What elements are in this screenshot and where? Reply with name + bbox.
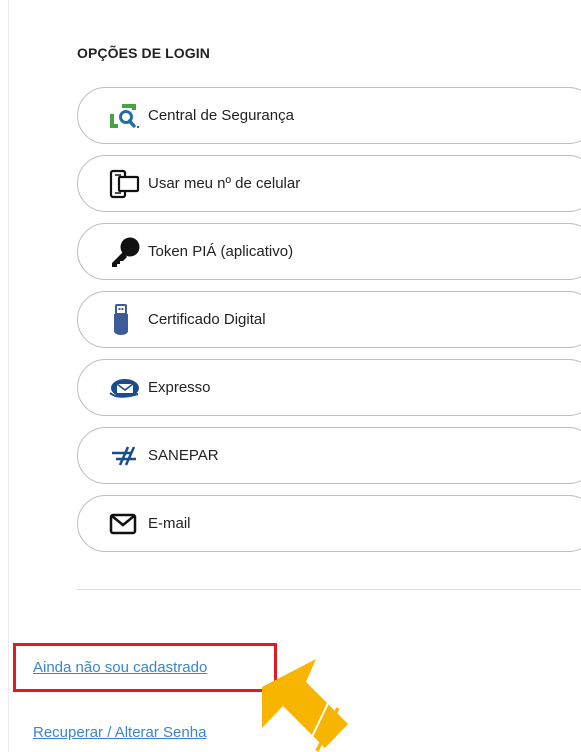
option-label: Usar meu nº de celular (148, 175, 301, 192)
envelope-icon (108, 508, 148, 540)
option-label: Expresso (148, 379, 211, 396)
expresso-mail-icon (108, 372, 148, 404)
option-label: E-mail (148, 515, 191, 532)
left-border-line (8, 0, 9, 752)
usb-token-icon (108, 303, 148, 336)
highlight-box (13, 643, 277, 692)
option-label: Token PIÁ (aplicativo) (148, 243, 294, 260)
option-email[interactable]: E-mail (77, 495, 581, 552)
option-expresso[interactable]: Expresso (77, 359, 581, 416)
login-options-title: OPÇÕES DE LOGIN (77, 45, 210, 61)
sanepar-logo-icon (108, 440, 148, 472)
option-label: Central de Segurança (148, 107, 294, 124)
login-options-list: Central de Segurança Usar meu nº de celu… (77, 87, 581, 563)
option-label: SANEPAR (148, 447, 219, 464)
mobile-phone-icon (108, 168, 148, 200)
section-divider (77, 589, 581, 590)
option-token-pia[interactable]: Token PIÁ (aplicativo) (77, 223, 581, 280)
key-icon (108, 236, 148, 268)
option-certificado-digital[interactable]: Certificado Digital (77, 291, 581, 348)
option-celular[interactable]: Usar meu nº de celular (77, 155, 581, 212)
recover-password-link[interactable]: Recuperar / Alterar Senha (33, 724, 206, 741)
security-center-icon (108, 100, 148, 132)
option-central-seguranca[interactable]: Central de Segurança (77, 87, 581, 144)
pointer-arrow-icon (262, 659, 348, 752)
option-sanepar[interactable]: SANEPAR (77, 427, 581, 484)
option-label: Certificado Digital (148, 311, 266, 328)
